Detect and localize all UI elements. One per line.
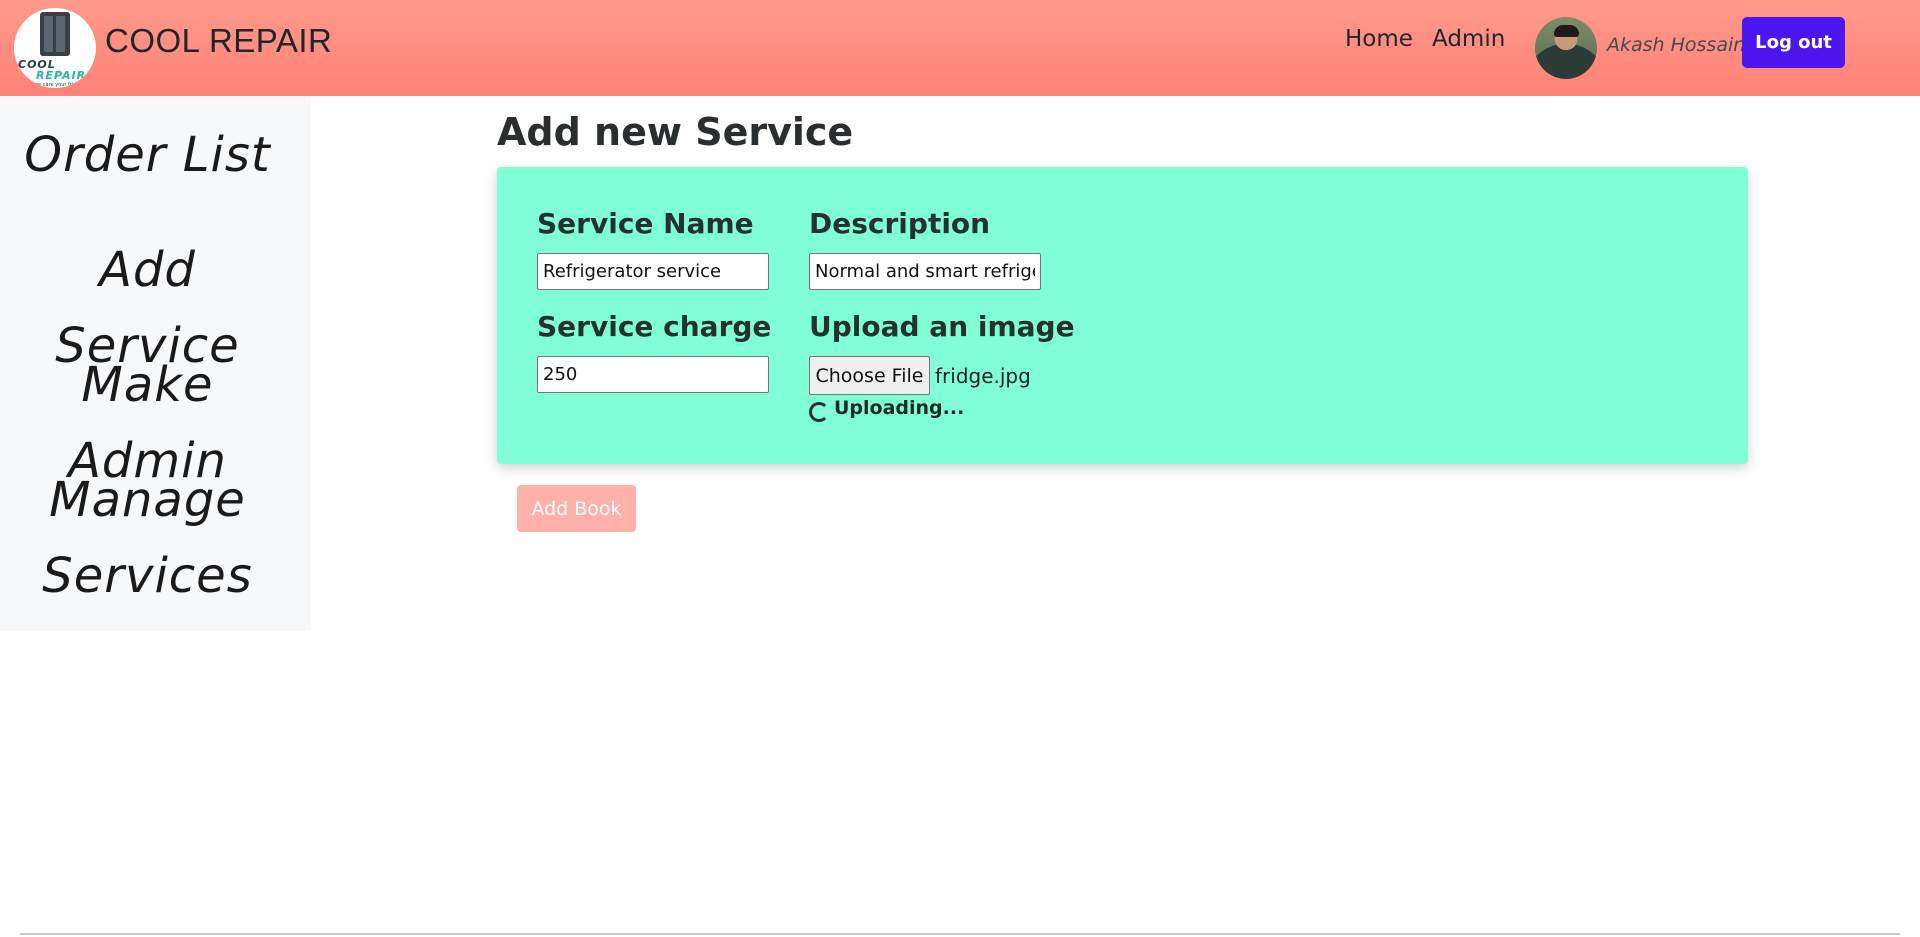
service-name-label: Service Name xyxy=(537,207,754,240)
sidebar-item-manage-services[interactable]: Manage Services xyxy=(0,462,295,614)
service-name-input[interactable] xyxy=(537,253,769,290)
user-avatar xyxy=(1535,17,1597,79)
top-navbar: COOL REPAIR we care your fridge COOL REP… xyxy=(0,0,1920,96)
avatar-hair xyxy=(1554,25,1579,37)
fridge-icon xyxy=(40,12,70,56)
brand-name[interactable]: COOL REPAIR xyxy=(105,22,332,60)
add-book-button[interactable]: Add Book xyxy=(517,485,636,532)
logo-tagline: we care your fridge xyxy=(34,82,83,88)
sidebar-item-order-list[interactable]: Order List xyxy=(0,117,295,193)
choose-file-button[interactable]: Choose File xyxy=(809,356,930,395)
user-name: Akash Hossain xyxy=(1607,34,1746,56)
logo-text-repair: REPAIR xyxy=(36,69,87,82)
upload-status: Uploading... xyxy=(834,397,965,419)
description-input[interactable] xyxy=(809,253,1041,290)
loading-spinner-icon xyxy=(809,402,829,422)
service-charge-label: Service charge xyxy=(537,310,772,343)
nav-home-link[interactable]: Home xyxy=(1345,26,1413,52)
upload-image-label: Upload an image xyxy=(809,310,1075,343)
page-divider xyxy=(20,933,1900,935)
description-label: Description xyxy=(809,207,991,240)
logout-button[interactable]: Log out xyxy=(1742,17,1845,68)
sidebar: Order List Add Service Make Admin Manage… xyxy=(0,96,310,631)
brand-logo[interactable]: COOL REPAIR we care your fridge xyxy=(14,8,96,88)
selected-file-name: fridge.jpg xyxy=(935,364,1031,388)
add-service-form: Service Name Description Service charge … xyxy=(497,167,1748,464)
nav-admin-link[interactable]: Admin xyxy=(1432,26,1505,52)
service-charge-input[interactable] xyxy=(537,356,769,393)
page-title: Add new Service xyxy=(497,110,854,154)
